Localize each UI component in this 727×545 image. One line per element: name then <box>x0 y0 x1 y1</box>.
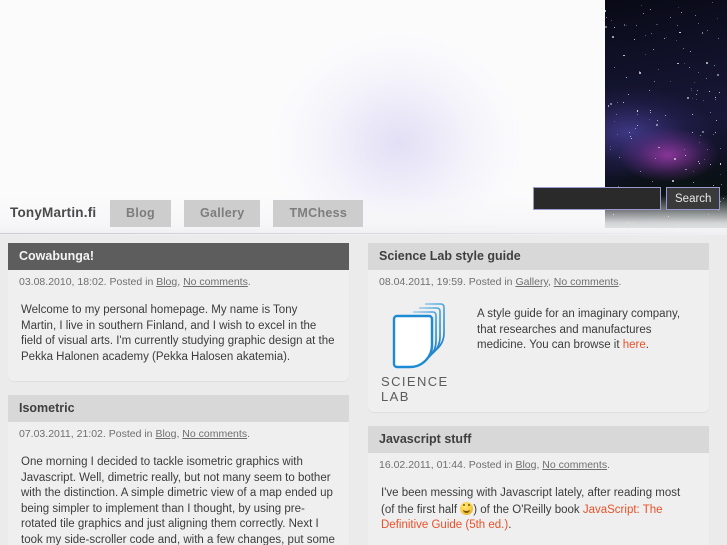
post-body: SCIENCE LAB A style guide for an imagina… <box>368 289 709 412</box>
post-category-link[interactable]: Blog <box>515 459 536 471</box>
post-date: 08.04.2011, 19:59. <box>379 276 466 288</box>
posted-in-label: Posted in <box>108 428 153 440</box>
post-javascript-stuff[interactable]: Javascript stuff 16.02.2011, 01:44. Post… <box>368 426 709 545</box>
post-date: 03.08.2010, 18:02. <box>19 276 107 288</box>
post-title[interactable]: Javascript stuff <box>368 426 709 453</box>
post-paragraph-1: I've been messing with Javascript lately… <box>381 486 695 534</box>
posted-in-label: Posted in <box>468 459 513 471</box>
post-meta: 03.08.2010, 18:02. Posted in Blog, No co… <box>19 276 251 288</box>
column-right: Science Lab style guide 08.04.2011, 19:5… <box>368 243 709 545</box>
layered-leaf-icon <box>392 303 445 369</box>
post-meta: 08.04.2011, 19:59. Posted in Gallery, No… <box>379 276 622 288</box>
post-paragraph: One morning I decided to tackle isometri… <box>21 456 335 545</box>
description-text-end: . <box>645 339 649 351</box>
site-brand: TonyMartin.fi <box>10 205 97 220</box>
search-button[interactable]: Search <box>666 187 721 210</box>
post-category-link[interactable]: Gallery <box>515 276 547 288</box>
posted-in-label: Posted in <box>468 276 513 288</box>
search-input[interactable] <box>533 187 661 210</box>
post-date: 16.02.2011, 01:44. <box>379 459 466 471</box>
post-body: Welcome to my personal homepage. My name… <box>8 289 349 381</box>
search-form: Search <box>533 187 721 210</box>
post-meta: 07.03.2011, 21:02. Posted in Blog, No co… <box>19 428 250 440</box>
nav-blog[interactable]: Blog <box>110 200 171 227</box>
post-isometric[interactable]: Isometric 07.03.2011, 21:02. Posted in B… <box>8 395 349 545</box>
nav-tmchess[interactable]: TMChess <box>273 200 364 227</box>
post-comments-link[interactable]: No comments <box>183 276 248 288</box>
header-divider <box>0 233 727 234</box>
science-lab-logo: SCIENCE LAB <box>381 299 463 404</box>
post-comments-link[interactable]: No comments <box>182 428 247 440</box>
post-comments-link[interactable]: No comments <box>554 276 619 288</box>
column-left: Cowabunga! 03.08.2010, 18:02. Posted in … <box>8 243 349 545</box>
post-title[interactable]: Cowabunga! <box>8 243 349 270</box>
smiley-icon <box>460 501 474 515</box>
page-root: TonyMartin.fi Blog Gallery TMChess Searc… <box>0 0 727 545</box>
post-category-link[interactable]: Blog <box>156 276 177 288</box>
description-text: A style guide for an imaginary company, … <box>477 308 681 351</box>
post-comments-link[interactable]: No comments <box>542 459 607 471</box>
post-meta: 16.02.2011, 01:44. Posted in Blog, No co… <box>379 459 610 471</box>
browse-here-link[interactable]: here <box>623 339 646 351</box>
science-lab-description: A style guide for an imaginary company, … <box>477 299 695 404</box>
post-category-link[interactable]: Blog <box>155 428 176 440</box>
post-title[interactable]: Isometric <box>8 395 349 422</box>
site-header: TonyMartin.fi Blog Gallery TMChess Searc… <box>0 0 727 235</box>
post-cowabunga[interactable]: Cowabunga! 03.08.2010, 18:02. Posted in … <box>8 243 349 381</box>
post-body: One morning I decided to tackle isometri… <box>8 441 349 545</box>
posted-in-label: Posted in <box>109 276 154 288</box>
paragraph-text-mid: ) of the O'Reilly book <box>473 503 583 516</box>
post-date: 07.03.2011, 21:02. <box>19 428 106 440</box>
post-title[interactable]: Science Lab style guide <box>368 243 709 270</box>
nav-gallery[interactable]: Gallery <box>183 200 261 227</box>
paragraph-text-end: . <box>508 519 512 531</box>
post-body: I've been messing with Javascript lately… <box>368 472 709 545</box>
post-paragraph: Welcome to my personal homepage. My name… <box>21 304 335 363</box>
post-columns: Cowabunga! 03.08.2010, 18:02. Posted in … <box>0 243 727 545</box>
post-science-lab[interactable]: Science Lab style guide 08.04.2011, 19:5… <box>368 243 709 412</box>
main-navigation: Blog Gallery TMChess <box>110 200 364 227</box>
science-lab-wordmark: SCIENCE LAB <box>381 374 449 404</box>
